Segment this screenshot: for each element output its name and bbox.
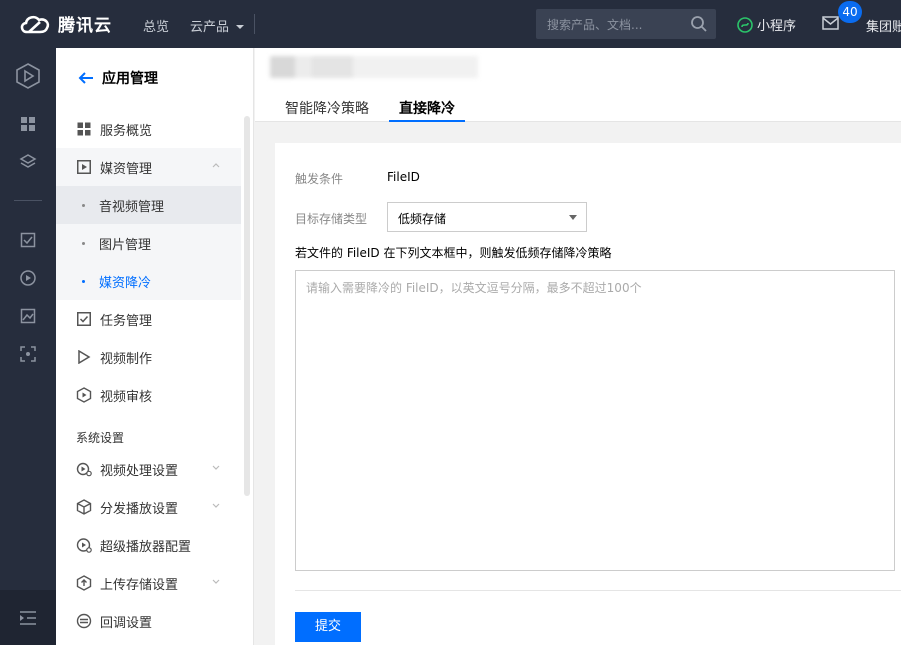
nav-overview[interactable]: 总览: [143, 16, 169, 35]
arrow-left-icon: [78, 72, 93, 84]
mini-program-icon: [737, 16, 753, 33]
mail-icon[interactable]: [822, 16, 839, 30]
sidebar-item-overview[interactable]: 服务概览: [56, 110, 241, 148]
mini-program-link[interactable]: 小程序: [737, 15, 796, 34]
bullet: [82, 203, 85, 207]
sidebar-item-label: 超级播放器配置: [100, 539, 192, 555]
sidebar-item-upload-storage-settings[interactable]: 上传存储设置: [56, 564, 241, 602]
vod-product-icon[interactable]: [14, 62, 42, 90]
fileid-textarea[interactable]: 请输入需要降冷的 FileID，以英文逗号分隔，最多不超过100个: [295, 270, 895, 571]
section-title-system-settings: 系统设置: [76, 431, 125, 445]
caret-down-icon: [569, 215, 577, 220]
sidebar-item-label: 任务管理: [100, 313, 153, 329]
sidebar-item-media-cooling[interactable]: 媒资降冷: [56, 262, 241, 300]
scan-icon[interactable]: [18, 344, 38, 364]
sidebar-menu: 服务概览 媒资管理 音视频管理 图片管理 媒资降冷 任务管理 视频制作 视频审核…: [56, 110, 241, 640]
caret-down-icon: [236, 25, 245, 29]
play-circle-icon[interactable]: [18, 268, 38, 288]
tab-direct-cooling[interactable]: 直接降冷: [389, 98, 465, 122]
page-header: 智能降冷策略 直接降冷: [255, 48, 901, 122]
trigger-condition-label: 触发条件: [295, 172, 344, 186]
sidebar: 应用管理 服务概览 媒资管理 音视频管理 图片管理 媒资降冷 任务管理 视频制作…: [56, 48, 254, 645]
nav-products[interactable]: 云产品: [190, 16, 245, 35]
sidebar-item-label: 图片管理: [99, 237, 152, 253]
chevron-down-icon: [212, 465, 220, 470]
cloud-logo-icon: [20, 15, 50, 33]
search-placeholder[interactable]: 搜索产品、文档...: [547, 16, 642, 33]
gear-play-icon: [76, 461, 92, 477]
rail-footer: [0, 590, 56, 645]
storage-type-value: 低频存储: [398, 212, 447, 226]
sidebar-item-label: 媒资降冷: [99, 275, 152, 291]
sidebar-item-label: 视频制作: [100, 351, 153, 367]
nav-divider: [254, 14, 255, 34]
back-label: 应用管理: [102, 71, 158, 87]
upload-storage-icon: [76, 575, 92, 591]
search-icon[interactable]: [690, 15, 708, 33]
fileid-hint: 若文件的 FileID 在下列文本框中，则触发低频存储降冷策略: [295, 246, 612, 260]
sidebar-item-video-review[interactable]: 视频审核: [56, 376, 241, 414]
player-config-icon: [76, 537, 92, 553]
search-box[interactable]: 搜索产品、文档...: [536, 9, 716, 39]
chevron-up-icon: [212, 163, 220, 168]
sidebar-item-task-management[interactable]: 任务管理: [56, 300, 241, 338]
mini-program-label: 小程序: [757, 19, 797, 34]
play-outline-icon: [76, 349, 92, 365]
sidebar-item-video-processing-settings[interactable]: 视频处理设置: [56, 450, 241, 488]
rail-divider: [14, 200, 42, 201]
back-to-app-management[interactable]: 应用管理: [78, 68, 158, 88]
sidebar-scrollbar[interactable]: [244, 116, 250, 496]
check-square-icon: [76, 311, 92, 327]
brand-name: 腾讯云: [58, 16, 112, 36]
sidebar-item-label: 上传存储设置: [100, 577, 179, 593]
sidebar-item-label: 媒资管理: [100, 161, 153, 177]
sidebar-item-label: 回调设置: [100, 615, 153, 631]
document-check-icon[interactable]: [18, 230, 38, 250]
callback-icon: [76, 613, 92, 629]
product-rail: [0, 48, 56, 645]
storage-type-label: 目标存储类型: [295, 212, 368, 226]
grid-icon: [76, 121, 92, 137]
redacted-app-name: [270, 56, 478, 78]
brand-logo[interactable]: 腾讯云: [18, 11, 112, 36]
fileid-textarea-placeholder: 请输入需要降冷的 FileID，以英文逗号分隔，最多不超过100个: [306, 281, 642, 295]
sidebar-item-distribution-settings[interactable]: 分发播放设置: [56, 488, 241, 526]
sidebar-item-callback-settings[interactable]: 回调设置: [56, 602, 241, 640]
play-square-icon: [76, 159, 92, 175]
mail-count-badge[interactable]: 40: [838, 1, 862, 23]
sidebar-item-media-management[interactable]: 媒资管理: [56, 148, 241, 186]
sidebar-item-label: 服务概览: [100, 123, 153, 139]
bullet: [82, 279, 85, 283]
nav-products-label: 云产品: [190, 20, 230, 35]
sidebar-item-label: 视频审核: [100, 389, 153, 405]
form-divider: [295, 590, 901, 591]
chevron-down-icon: [212, 579, 220, 584]
trigger-condition-value: FileID: [387, 170, 420, 184]
sidebar-item-label: 分发播放设置: [100, 501, 179, 517]
sidebar-item-video-production[interactable]: 视频制作: [56, 338, 241, 376]
sidebar-item-label: 音视频管理: [99, 199, 165, 215]
top-navbar: 腾讯云 总览 云产品 搜索产品、文档... 小程序 40 集团账: [0, 0, 901, 48]
dashboard-icon[interactable]: [18, 114, 38, 134]
sidebar-item-player-config[interactable]: 超级播放器配置: [56, 526, 241, 564]
sidebar-item-image-management[interactable]: 图片管理: [56, 224, 241, 262]
sidebar-item-label: 视频处理设置: [100, 463, 179, 479]
submit-button[interactable]: 提交: [295, 612, 361, 642]
image-icon[interactable]: [18, 306, 38, 326]
cube-icon: [76, 499, 92, 515]
hexagon-play-icon: [76, 387, 92, 403]
collapse-menu-icon[interactable]: [19, 610, 37, 626]
account-name[interactable]: 集团账: [866, 16, 901, 35]
sidebar-item-av-management[interactable]: 音视频管理: [56, 186, 241, 224]
bullet: [82, 241, 85, 245]
tab-smart-cooling-policy[interactable]: 智能降冷策略: [285, 98, 369, 122]
layers-icon[interactable]: [18, 152, 38, 172]
cooling-form-card: 触发条件 FileID 目标存储类型 低频存储 若文件的 FileID 在下列文…: [275, 143, 901, 645]
chevron-down-icon: [212, 503, 220, 508]
storage-type-select[interactable]: 低频存储: [387, 202, 587, 232]
